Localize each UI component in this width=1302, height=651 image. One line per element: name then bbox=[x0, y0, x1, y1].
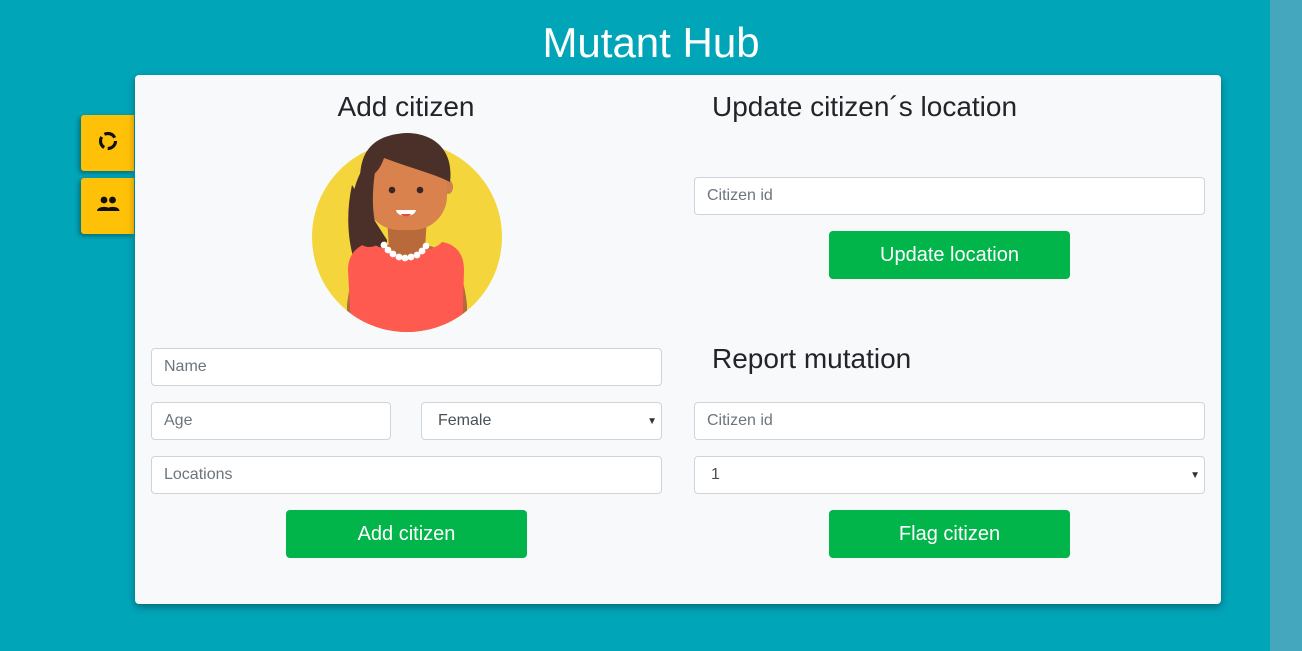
update-location-heading: Update citizen´s location bbox=[712, 91, 1018, 122]
page-scrollbar[interactable] bbox=[1270, 0, 1302, 651]
locations-input[interactable] bbox=[151, 456, 662, 494]
add-citizen-heading: Add citizen bbox=[337, 91, 475, 122]
caret-down-icon: ▼ bbox=[1190, 470, 1200, 481]
flag-citizen-button[interactable]: Flag citizen bbox=[829, 510, 1070, 558]
caret-down-icon: ▼ bbox=[647, 416, 657, 427]
female-avatar-icon bbox=[312, 130, 502, 332]
mutation-select[interactable]: 1 ▼ bbox=[694, 456, 1205, 494]
people-icon bbox=[96, 195, 120, 218]
name-input[interactable] bbox=[151, 348, 662, 386]
age-input[interactable] bbox=[151, 402, 391, 440]
report-mutation-heading: Report mutation bbox=[712, 343, 912, 374]
gender-select[interactable]: Female ▼ bbox=[421, 402, 662, 440]
mutation-select-value: 1 bbox=[711, 466, 720, 483]
app-title: Mutant Hub bbox=[542, 19, 760, 66]
mutation-citizen-id-input[interactable] bbox=[694, 402, 1205, 440]
main-card: Add citizen Name Age Female ▼ Locations … bbox=[135, 75, 1221, 604]
citizens-tab[interactable] bbox=[81, 178, 134, 234]
update-citizen-id-input[interactable] bbox=[694, 177, 1205, 215]
add-citizen-button[interactable]: Add citizen bbox=[286, 510, 527, 558]
stats-tab[interactable] bbox=[81, 115, 134, 171]
gender-select-value: Female bbox=[438, 412, 492, 429]
donut-chart-icon bbox=[97, 130, 119, 157]
update-location-button[interactable]: Update location bbox=[829, 231, 1070, 279]
